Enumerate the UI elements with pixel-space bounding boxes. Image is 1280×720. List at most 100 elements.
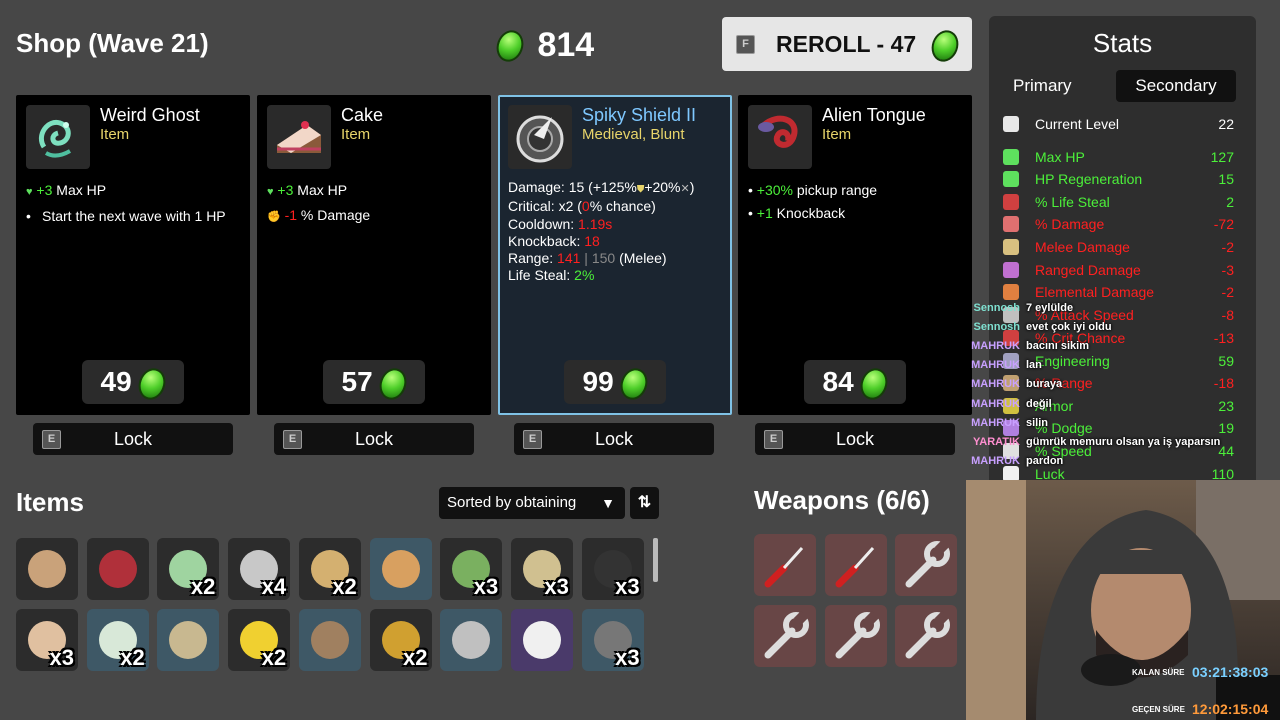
item-slot[interactable] (440, 609, 503, 671)
weapon-slot[interactable] (754, 534, 816, 596)
item-slot[interactable]: x2 (86, 609, 149, 671)
card-type: Item (341, 126, 371, 143)
item-slot[interactable] (16, 538, 78, 600)
stat-row: % Damage -72 (1003, 214, 1234, 236)
chat-message: MAHRUK lan (966, 359, 1042, 377)
cake-icon (267, 105, 331, 169)
cooldown-line: Cooldown: 1.19s (508, 216, 720, 233)
item-slot[interactable]: x2 (157, 538, 220, 600)
bullet-icon: • (748, 182, 753, 198)
card-type: Item (100, 126, 130, 143)
stat-value: 59 (1218, 353, 1234, 369)
stat-value: 18 (584, 232, 600, 249)
effect-text: Knockback (772, 205, 846, 221)
item-slot[interactable] (86, 538, 149, 600)
item-count: x2 (261, 645, 287, 670)
item-slot[interactable]: x2 (369, 609, 432, 671)
weapon-stats: Damage: 15 (+125%⛊+20%✕) Critical: x2 (0… (508, 179, 720, 285)
item-slot[interactable]: x3 (440, 538, 503, 600)
stat-value: -8 (1221, 307, 1234, 323)
weapon-slot[interactable] (824, 605, 887, 667)
item-slot[interactable] (369, 538, 432, 600)
lock-button-spiky-shield[interactable]: E Lock (514, 423, 714, 455)
item-count: x2 (332, 574, 357, 599)
chat-text: 7 eylülde (1026, 302, 1074, 314)
chat-username: MAHRUK (971, 455, 1020, 467)
stat-value: 2 (1226, 194, 1234, 210)
effect-value: +1 (756, 205, 773, 221)
shop-card-cake[interactable]: Cake Item ♥ +3 Max HP ✊ -1 % Damage 57 (257, 95, 491, 415)
fist-icon: ✊ (267, 211, 281, 223)
card-name: Spiky Shield II (582, 105, 697, 125)
stat-value: 1.19s (578, 215, 613, 232)
shop-card-alien-tongue[interactable]: Alien Tongue Item • +30% pickup range • … (738, 95, 972, 415)
item-slot[interactable]: x3 (581, 538, 644, 600)
item-count: x2 (120, 645, 145, 670)
weapon-slot[interactable] (824, 534, 887, 596)
shop-card-weird-ghost[interactable]: Weird Ghost Item ♥ +3 Max HP • Start the … (16, 95, 250, 415)
item-count: x2 (403, 645, 428, 670)
chat-text: evet çok iyi oldu (1026, 321, 1112, 333)
chat-message: MAHRUK silin (966, 417, 1048, 435)
item-slot[interactable]: x3 (581, 609, 644, 671)
item-slot[interactable] (157, 609, 220, 671)
item-slot[interactable]: x3 (510, 538, 573, 600)
effect-line: ♥ +3 Max HP (26, 179, 240, 204)
stat-value: 23 (1218, 398, 1234, 414)
item-slot[interactable]: x2 (228, 609, 291, 671)
effect-value: +30% (756, 182, 793, 198)
sort-dropdown[interactable]: Sorted by obtaining ▼ (439, 487, 625, 519)
effect-text: pickup range (793, 182, 878, 198)
bearded-face-icon (28, 550, 66, 588)
material-gem-icon (492, 26, 528, 65)
tab-primary[interactable]: Primary (1013, 76, 1072, 96)
item-count: x3 (544, 574, 569, 599)
effect-line: • +1 Knockback (748, 202, 962, 225)
wrench-icon (835, 610, 880, 659)
price-tag: 99 (564, 360, 666, 404)
effect-value: +3 (36, 182, 53, 198)
stat-name: % Life Steal (1035, 194, 1110, 210)
price-value: 57 (341, 366, 373, 397)
screwdriver-icon (835, 546, 874, 588)
currency-display: 814 (492, 26, 594, 65)
effect-text: Max HP (52, 182, 107, 198)
bullet-icon: • (26, 208, 31, 224)
stat-value: -2 (1221, 239, 1234, 255)
cup-icon (522, 621, 561, 659)
effect-line: • +30% pickup range (748, 179, 962, 202)
item-slot[interactable]: x3 (16, 609, 78, 671)
sort-order-button[interactable]: ⇅ (630, 487, 659, 519)
lock-button-alien-tongue[interactable]: E Lock (755, 423, 955, 455)
item-slot[interactable]: x4 (228, 538, 291, 600)
stat-icon (1003, 194, 1019, 210)
item-slot[interactable] (298, 609, 361, 671)
sort-arrows-icon: ⇅ (637, 494, 652, 511)
wrench-icon (905, 610, 950, 659)
lock-button-weird-ghost[interactable]: E Lock (33, 423, 233, 455)
items-title: Items (16, 487, 84, 517)
tab-secondary[interactable]: Secondary (1116, 70, 1236, 102)
chat-message: YARATIK gümrük memuru olsan ya iş yaparsı… (966, 436, 1220, 454)
item-slot[interactable] (510, 609, 573, 671)
item-slot[interactable]: x2 (298, 538, 361, 600)
chat-username: Sennosh (973, 321, 1020, 333)
item-count: x4 (261, 574, 287, 599)
weapon-slot[interactable] (754, 605, 816, 667)
weapon-slot[interactable] (895, 534, 957, 596)
factory-icon (452, 621, 491, 659)
stat-value: x2 ( (558, 198, 582, 215)
chat-message: Sennosh 7 eylülde (966, 302, 1074, 320)
reroll-button[interactable]: F REROLL - 47 (722, 17, 972, 71)
lock-button-cake[interactable]: E Lock (274, 423, 474, 455)
chat-username: MAHRUK (971, 340, 1020, 352)
stat-icon (1003, 116, 1019, 132)
chat-text: gümrük memuru olsan ya iş yaparsın (1026, 436, 1221, 448)
effect-line: • Start the next wave with 1 HP (26, 208, 240, 225)
weapon-slot[interactable] (895, 605, 957, 667)
shop-card-spiky-shield[interactable]: Spiky Shield II Medieval, Blunt Damage: … (498, 95, 732, 415)
spiky-shield-icon (508, 105, 572, 169)
streamer-image (966, 480, 1280, 720)
stat-value: +20% (644, 179, 681, 195)
items-scrollbar[interactable] (653, 538, 658, 582)
